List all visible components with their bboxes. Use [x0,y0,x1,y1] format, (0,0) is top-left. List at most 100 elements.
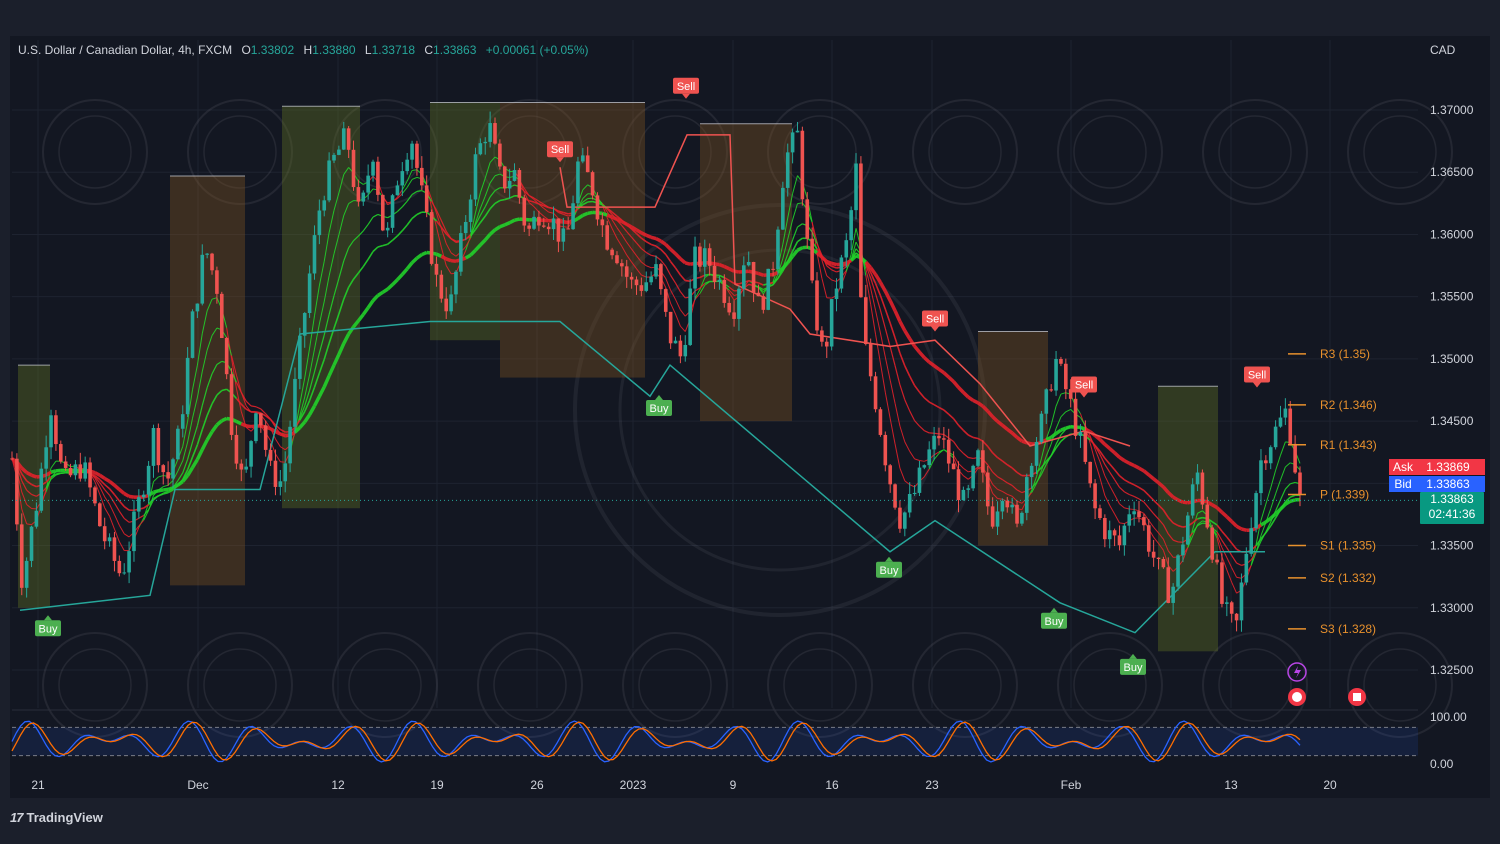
signal-label: Sell [677,81,695,93]
candle-body [132,511,136,552]
candle-body [1161,559,1166,568]
ema-segment [118,488,126,495]
candle-body [1073,398,1078,436]
ema-segment [875,310,881,334]
ema-segment [909,410,916,421]
ema-segment [123,517,130,523]
candle-body [1024,477,1029,513]
tv-logo-icon: 17 [10,810,24,825]
candle-body [1093,483,1097,509]
candle-body [907,494,912,513]
ca-flag-icon [1353,693,1361,701]
ema-segment [1153,499,1160,506]
ema-segment [942,371,950,379]
candle-body [112,537,117,561]
ema-segment [1099,477,1106,496]
ema-segment [1197,516,1203,520]
candle-body [932,435,936,450]
signal-label: Buy [1124,662,1143,674]
ema-segment [679,274,686,282]
ema-segment [943,409,950,415]
ema-segment [508,218,516,225]
ema-segment [387,239,394,245]
candle-body [146,465,151,495]
ema-segment [30,473,37,479]
candle-body [1205,504,1210,528]
event-icons [1287,662,1366,706]
candle-body [595,195,600,220]
watermark-ring [1218,115,1292,189]
ema-segment [1109,485,1116,495]
ema-segment [1065,425,1072,430]
candle-body [966,488,971,490]
candle-body [1049,389,1053,391]
candle-body [756,292,761,297]
candle-body [322,200,327,211]
symbol-name[interactable]: U.S. Dollar / Canadian Dollar, 4h, FXCM [18,43,232,57]
ema-segment [1108,447,1116,455]
ema-segment [903,329,912,340]
ema-segment [1104,464,1111,473]
candle-body [815,280,819,331]
ema-segment [1211,503,1218,510]
ema-segment [1280,466,1286,481]
ema-segment [415,253,423,260]
ema-segment [1098,438,1107,446]
ema-segment [894,403,901,427]
price-tick-label: 1.36500 [1430,165,1474,179]
tradingview-logo[interactable]: 17 TradingView [10,810,103,825]
candle-body [317,210,322,236]
ema-segment [1060,411,1067,418]
candle-body [522,197,527,226]
candlestick-chart[interactable]: R3 (1.35) R2 (1.346) R1 (1.343) P (1.339) S1… [0,0,1500,844]
candle-body [473,154,478,200]
signal-pointer [655,395,663,400]
candle-body [361,192,366,202]
candle-body [556,218,561,242]
ema-segment [933,404,940,409]
ema-segment [123,505,130,511]
ema-segment [1285,462,1291,468]
candle-body [117,560,122,574]
candle-body [576,161,580,204]
ema-segment [913,385,921,393]
candle-body [615,255,619,264]
candle-body [532,216,536,229]
signal-label: Sell [1248,369,1266,381]
ema-segment [1220,511,1228,518]
price-tick-label: 1.32500 [1430,663,1474,677]
candle-body [795,130,800,133]
candle-body [268,449,273,461]
range-box [282,106,360,509]
watermark-seal [622,632,728,738]
ema-segment [55,472,61,475]
candle-body [1044,389,1049,414]
candle-body [976,450,980,466]
ema-segment [499,198,505,202]
high-label: H [303,43,313,57]
ema-segment [167,486,174,492]
watermark-seal [912,632,1018,738]
candle-body [683,344,688,357]
ema-segment [138,514,145,519]
candle-body [234,434,239,464]
ema-segment [1118,475,1125,481]
ema-segment [625,222,633,229]
candle-body [341,128,346,150]
ema-segment [1079,425,1086,431]
candle-body [790,132,795,153]
candle-body [1268,447,1273,464]
candle-body [1112,530,1117,536]
ema-segment [153,476,159,483]
candle-body [971,465,975,489]
watermark-ring [1363,115,1437,189]
ema-segment [884,328,891,347]
symbol-header[interactable]: U.S. Dollar / Canadian Dollar, 4h, FXCM … [18,43,589,57]
candle-body [893,484,897,508]
ema-segment [972,436,979,440]
price-tick-label: 1.33500 [1430,539,1474,553]
ema-segment [108,479,116,487]
ema-segment [1060,426,1067,432]
close-label: C [424,43,434,57]
candle-body [502,166,507,189]
